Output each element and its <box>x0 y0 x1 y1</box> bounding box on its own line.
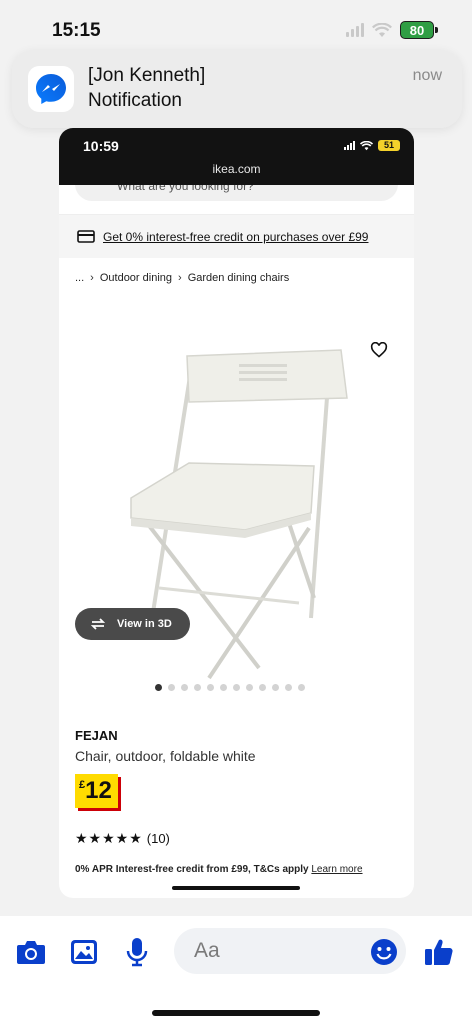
screenshot-status-icons: 51 <box>344 140 400 151</box>
notification-body: Notification <box>88 90 182 111</box>
emoji-icon[interactable] <box>368 936 400 968</box>
breadcrumb-item-outdoor-dining: Outdoor dining <box>99 272 173 284</box>
notification-title: [Jon Kenneth] <box>88 65 206 86</box>
shared-screenshot[interactable]: 10:59 51 ikea.com What are you looking f… <box>59 128 414 898</box>
messenger-icon <box>28 66 74 112</box>
battery-indicator: 80 <box>400 21 438 39</box>
carousel-dot[interactable] <box>285 684 292 691</box>
thumbs-up-icon[interactable] <box>423 936 455 968</box>
wifi-icon <box>372 22 392 37</box>
screenshot-status-bar: 10:59 51 ikea.com <box>59 128 414 185</box>
carousel-dot[interactable] <box>246 684 253 691</box>
star-rating-icon: ★★★★★ <box>75 830 143 846</box>
notification-banner[interactable]: [Jon Kenneth] Notification now <box>12 50 462 128</box>
image-carousel-dots <box>155 684 305 691</box>
camera-icon[interactable] <box>15 936 47 968</box>
microphone-icon[interactable] <box>121 936 153 968</box>
message-composer: Aa <box>0 916 472 1024</box>
credit-banner-text: Get 0% interest-free credit on purchases… <box>103 229 369 244</box>
apr-notice: 0% APR Interest-free credit from £99, T&… <box>75 864 363 875</box>
view-in-3d-label: View in 3D <box>117 618 172 630</box>
credit-banner: Get 0% interest-free credit on purchases… <box>59 215 414 258</box>
credit-card-icon <box>77 230 95 243</box>
cellular-signal-icon <box>346 23 364 37</box>
breadcrumb-item-garden-dining-chairs: Garden dining chairs <box>187 272 290 284</box>
breadcrumb: ... › Outdoor dining › Garden dining cha… <box>59 258 414 298</box>
carousel-dot[interactable] <box>181 684 188 691</box>
status-icons: 80 <box>346 21 438 39</box>
carousel-dot[interactable] <box>194 684 201 691</box>
notification-time: now <box>412 67 442 84</box>
status-bar: 15:15 80 <box>0 0 472 50</box>
rotate-3d-icon <box>90 618 106 630</box>
product-name: FEJAN <box>75 728 118 743</box>
search-area: What are you looking for? <box>59 185 414 215</box>
battery-indicator: 51 <box>378 140 400 151</box>
screenshot-time: 10:59 <box>83 138 119 154</box>
carousel-dot[interactable] <box>272 684 279 691</box>
heart-icon[interactable] <box>370 342 388 358</box>
breadcrumb-ellipsis: ... <box>75 272 85 284</box>
carousel-dot[interactable] <box>207 684 214 691</box>
product-image: View in 3D <box>59 298 414 698</box>
carousel-dot[interactable] <box>168 684 175 691</box>
carousel-dot[interactable] <box>298 684 305 691</box>
price-amount: 12 <box>85 777 112 804</box>
carousel-dot[interactable] <box>259 684 266 691</box>
screenshot-home-indicator <box>172 886 300 890</box>
carousel-dot[interactable] <box>220 684 227 691</box>
learn-more-link[interactable]: Learn more <box>311 864 362 875</box>
chevron-right-icon: › <box>178 272 182 284</box>
carousel-dot[interactable] <box>155 684 162 691</box>
view-in-3d-button[interactable]: View in 3D <box>75 608 190 640</box>
product-rating[interactable]: ★★★★★ (10) <box>75 830 170 847</box>
gallery-icon[interactable] <box>68 936 100 968</box>
product-description: Chair, outdoor, foldable white <box>75 748 256 764</box>
review-count: (10) <box>146 831 170 846</box>
wifi-icon <box>360 140 373 150</box>
chevron-right-icon: › <box>90 272 94 284</box>
apr-text: 0% APR Interest-free credit from £99, T&… <box>75 864 309 875</box>
home-indicator <box>152 1010 320 1016</box>
price-tag: £ 12 <box>75 774 118 808</box>
search-placeholder: What are you looking for? <box>117 185 254 193</box>
url-bar: ikea.com <box>212 162 261 176</box>
carousel-dot[interactable] <box>233 684 240 691</box>
status-time: 15:15 <box>52 20 101 41</box>
cellular-signal-icon <box>344 141 355 150</box>
